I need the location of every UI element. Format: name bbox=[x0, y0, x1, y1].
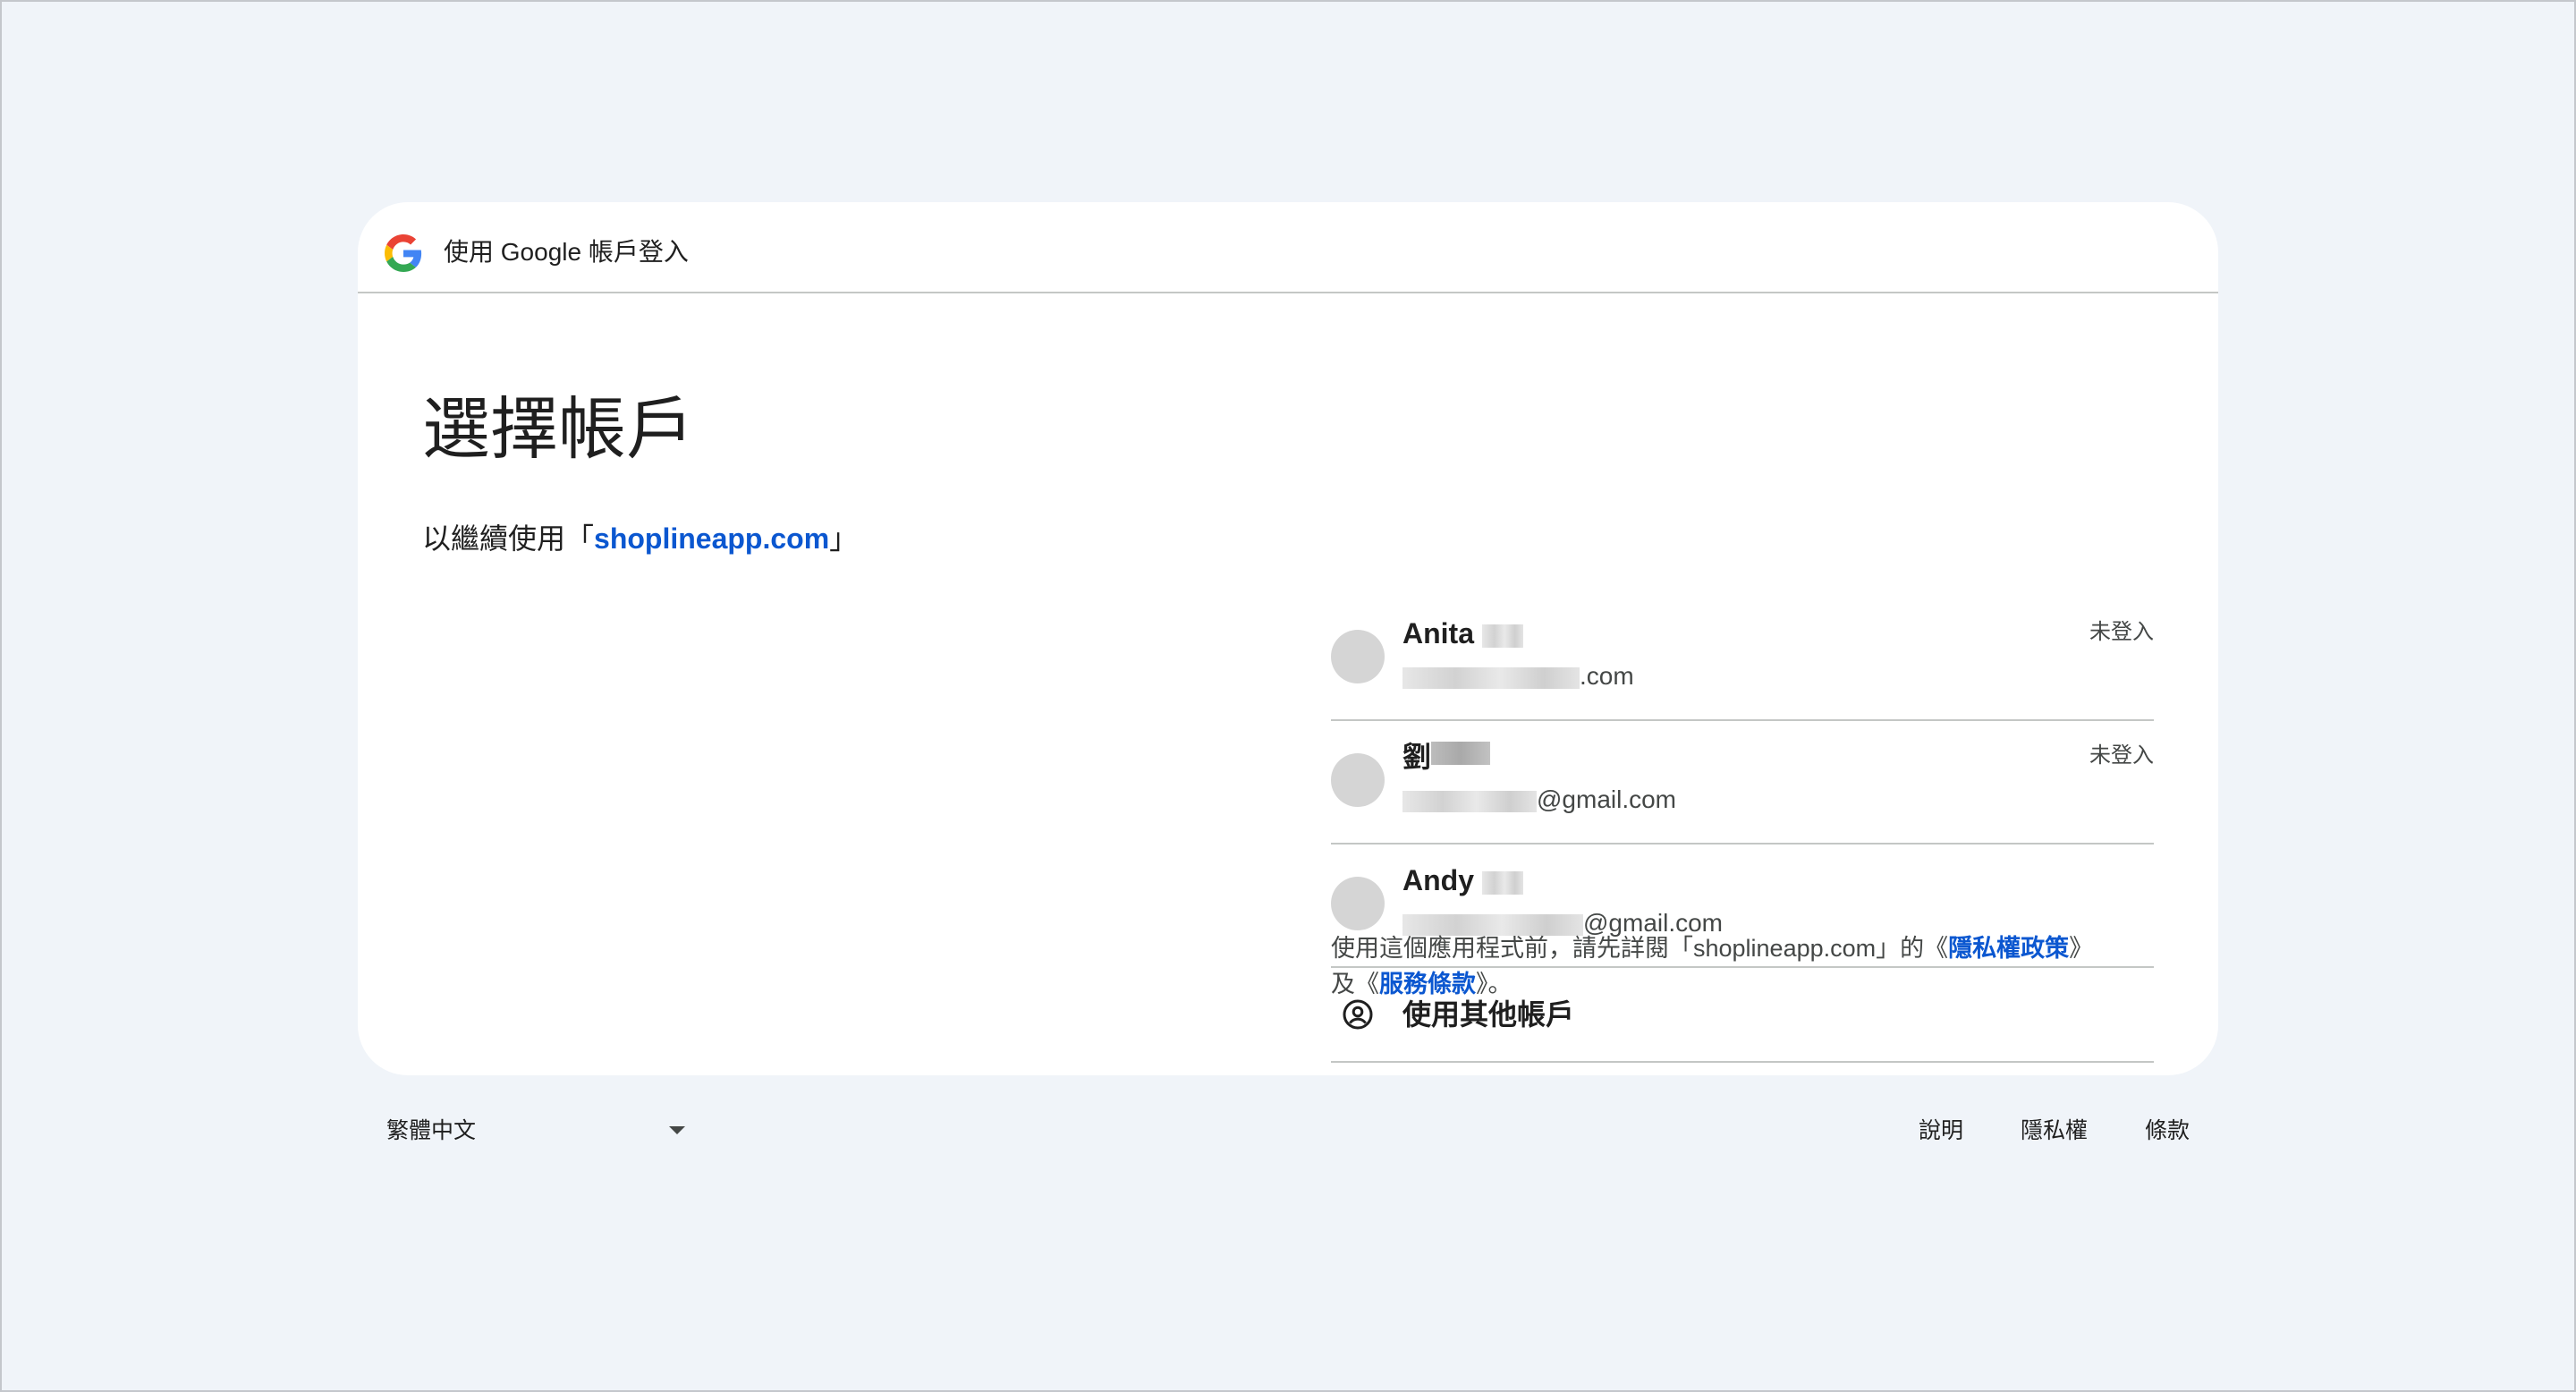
dropdown-arrow-icon bbox=[669, 1126, 685, 1134]
disclaimer-text: 使用這個應用程式前，請先詳閱「shoplineapp.com」的《隱私權政策》 … bbox=[1331, 930, 2154, 1002]
account-status: 未登入 bbox=[2089, 620, 2154, 644]
language-label: 繁體中文 bbox=[386, 1118, 477, 1143]
terms-link[interactable]: 條款 bbox=[2145, 1113, 2190, 1149]
header-title: 使用 Google 帳戶登入 bbox=[444, 238, 689, 266]
privacy-policy-link[interactable]: 隱私權政策 bbox=[1948, 935, 2069, 962]
footer-links: 說明 隱私權 條款 bbox=[1919, 1113, 2190, 1149]
footer: 繁體中文 說明 隱私權 條款 bbox=[358, 1109, 2218, 1154]
disclaimer-end: 》。 bbox=[1476, 971, 1513, 997]
avatar bbox=[1331, 877, 1385, 930]
account-status: 未登入 bbox=[2089, 743, 2154, 768]
account-circle-icon bbox=[1343, 999, 1373, 1030]
account-email-suffix: .com bbox=[1580, 662, 1634, 690]
redacted-email bbox=[1402, 666, 1580, 689]
subtitle-prefix: 以繼續使用「 bbox=[422, 522, 595, 555]
redacted-email bbox=[1402, 790, 1537, 812]
language-select[interactable]: 繁體中文 bbox=[385, 1109, 689, 1154]
subtitle-suffix: 」 bbox=[829, 522, 859, 555]
account-name-text: Andy bbox=[1402, 864, 1474, 896]
account-name-text: 劉 bbox=[1402, 741, 1432, 773]
account-email: @gmail.com bbox=[1402, 782, 1676, 818]
account-name: Andy bbox=[1402, 861, 1523, 900]
page-subtitle: 以繼續使用「shoplineapp.com」 bbox=[422, 519, 858, 558]
card-header: 使用 Google 帳戶登入 bbox=[358, 202, 2218, 293]
privacy-link[interactable]: 隱私權 bbox=[2021, 1113, 2088, 1149]
account-name: Anita bbox=[1402, 614, 1523, 653]
help-link[interactable]: 說明 bbox=[1919, 1113, 1963, 1149]
disclaimer-prefix: 使用這個應用程式前，請先詳閱「shoplineapp.com」的《 bbox=[1331, 935, 1949, 962]
avatar bbox=[1331, 630, 1385, 683]
disclaimer-and: 及《 bbox=[1331, 971, 1379, 997]
redacted-name bbox=[1481, 624, 1523, 648]
account-name-text: Anita bbox=[1402, 617, 1474, 649]
avatar bbox=[1331, 753, 1385, 807]
terms-of-service-link[interactable]: 服務條款 bbox=[1379, 971, 1476, 997]
disclaimer-line-1: 使用這個應用程式前，請先詳閱「shoplineapp.com」的《隱私權政策》 bbox=[1331, 930, 2154, 966]
disclaimer-bracket: 》 bbox=[2069, 935, 2094, 962]
account-name: 劉 bbox=[1402, 737, 1491, 777]
account-email-suffix: @gmail.com bbox=[1537, 785, 1677, 813]
redacted-name bbox=[1431, 741, 1491, 765]
page-title: 選擇帳戶 bbox=[422, 392, 694, 468]
sign-in-card: 使用 Google 帳戶登入 選擇帳戶 以繼續使用「shoplineapp.co… bbox=[358, 202, 2218, 1075]
account-row[interactable]: 劉 @gmail.com 未登入 bbox=[1331, 721, 2154, 845]
account-row[interactable]: Anita .com 未登入 bbox=[1331, 598, 2154, 721]
redacted-name bbox=[1481, 870, 1523, 895]
google-logo-icon bbox=[385, 234, 422, 272]
app-name-link[interactable]: shoplineapp.com bbox=[594, 522, 829, 555]
disclaimer-line-2: 及《服務條款》。 bbox=[1331, 966, 2154, 1002]
account-email: .com bbox=[1402, 658, 1634, 694]
